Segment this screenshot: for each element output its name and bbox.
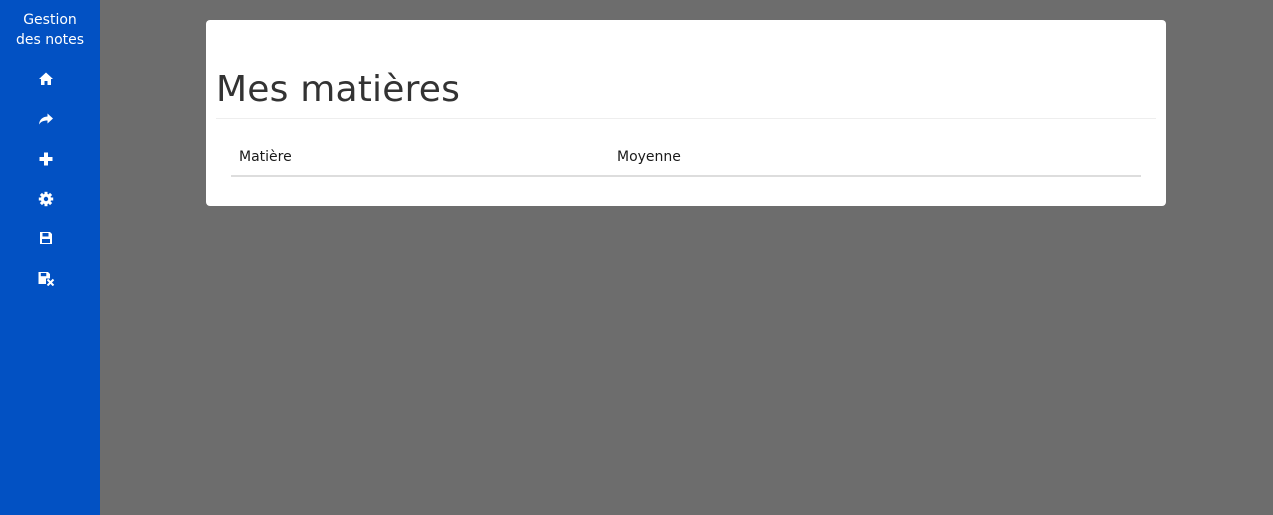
sidebar-item-home[interactable] [36, 69, 56, 89]
column-header-subject[interactable]: Matière [231, 140, 609, 177]
title-divider [216, 118, 1156, 119]
subjects-card: Mes matières Matière Moyenne [206, 20, 1166, 206]
share-icon [39, 113, 53, 125]
gear-icon [38, 191, 54, 207]
table-header-row: Matière Moyenne [231, 140, 1141, 177]
sidebar: Gestion des notes [0, 0, 100, 515]
subjects-table: Matière Moyenne [231, 140, 1141, 177]
plus-icon [39, 152, 53, 166]
brand-line-2: des notes [15, 32, 85, 48]
sidebar-item-add[interactable] [36, 149, 56, 169]
app-brand[interactable]: Gestion des notes [0, 10, 100, 50]
home-icon [39, 72, 53, 85]
sidebar-item-save-remove[interactable] [36, 268, 56, 288]
sidebar-item-share[interactable] [36, 109, 56, 129]
brand-line-1: Gestion [23, 12, 77, 28]
save-remove-icon [38, 272, 55, 286]
page-title: Mes matières [216, 69, 461, 110]
column-header-average[interactable]: Moyenne [609, 140, 1141, 177]
save-icon [40, 232, 52, 244]
sidebar-item-save[interactable] [36, 228, 56, 248]
sidebar-item-settings[interactable] [36, 189, 56, 209]
